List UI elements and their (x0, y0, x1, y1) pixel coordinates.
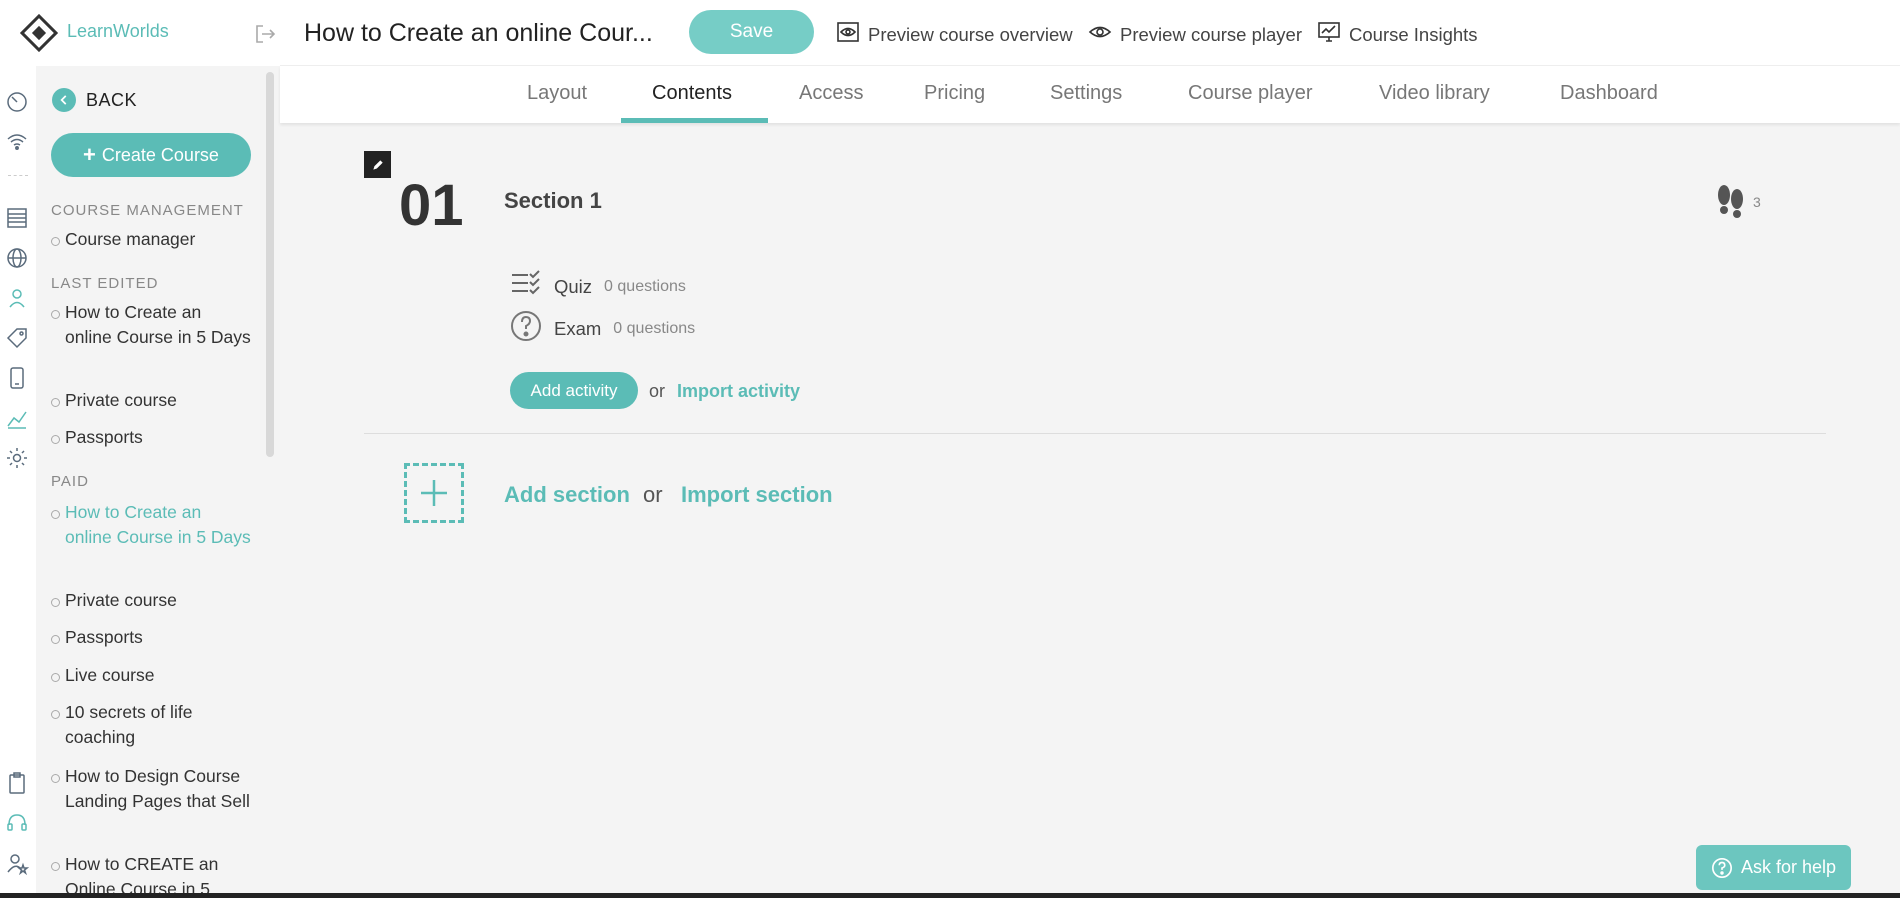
preview-player-link[interactable]: Preview course player (1088, 20, 1302, 49)
tab-layout[interactable]: Layout (527, 82, 587, 105)
or-text: or (643, 482, 663, 507)
plus-icon (421, 480, 447, 506)
ask-for-help-button[interactable]: Ask for help (1696, 845, 1851, 890)
back-button[interactable]: BACK (52, 88, 137, 112)
add-section-link[interactable]: Add section (504, 482, 630, 508)
tab-settings[interactable]: Settings (1050, 82, 1122, 105)
activity-row-exam[interactable]: Exam 0 questions (510, 310, 695, 347)
tab-pricing[interactable]: Pricing (924, 82, 985, 105)
add-section-button[interactable] (404, 463, 464, 523)
wifi-icon[interactable] (4, 128, 30, 154)
courses-icon[interactable] (4, 205, 30, 231)
sidebar-item-paid[interactable]: 10 secrets of life coaching (51, 700, 251, 750)
add-activity-button[interactable]: Add activity (510, 372, 638, 409)
pencil-icon (372, 159, 383, 170)
footsteps-icon (1714, 182, 1748, 222)
question-circle-icon (510, 310, 542, 347)
import-section-link[interactable]: Import section (681, 482, 833, 508)
save-button[interactable]: Save (689, 10, 814, 54)
sidebar-scrollbar[interactable] (266, 72, 274, 457)
users-icon[interactable] (4, 285, 30, 311)
tab-course-player[interactable]: Course player (1188, 82, 1313, 105)
sidebar-item-last-edited[interactable]: Private course (51, 388, 251, 413)
analytics-icon[interactable] (4, 405, 30, 431)
activity-row-quiz[interactable]: Quiz 0 questions (510, 268, 686, 305)
preview-player-label: Preview course player (1120, 23, 1302, 45)
user-star-icon[interactable] (4, 850, 30, 876)
sidebar-item-paid[interactable]: Passports (51, 625, 251, 650)
sidebar-item-last-edited[interactable]: How to Create an online Course in 5 Days (51, 300, 251, 350)
settings-gear-icon[interactable] (4, 445, 30, 471)
learnworlds-logo-icon[interactable] (19, 13, 59, 53)
import-activity-link[interactable]: Import activity (677, 381, 800, 402)
help-label: Ask for help (1740, 857, 1837, 877)
globe-icon[interactable] (4, 245, 30, 271)
activity-label: Exam (554, 317, 602, 339)
plus-icon: + (83, 142, 96, 167)
course-header: How to Create an online Cour... Save Pre… (280, 0, 1900, 66)
headset-icon[interactable] (4, 810, 30, 836)
course-sidebar: BACK + Create Course COURSE MANAGEMENT C… (36, 70, 280, 898)
section-divider (364, 433, 1826, 434)
last-edited-heading: LAST EDITED (51, 275, 159, 292)
rail-divider (8, 175, 28, 176)
mobile-icon[interactable] (4, 365, 30, 391)
brand-header: LearnWorlds (10, 0, 280, 66)
help-circle-icon (1711, 857, 1732, 878)
page-title: How to Create an online Cour... (304, 19, 653, 47)
tab-contents[interactable]: Contents (652, 82, 732, 105)
paid-heading: PAID (51, 473, 89, 490)
preview-overview-label: Preview course overview (868, 23, 1073, 45)
steps-count: 3 (1753, 194, 1761, 210)
active-tab-indicator (621, 118, 768, 123)
eye-icon (1088, 20, 1112, 49)
window-bottom-edge (0, 893, 1900, 898)
activity-label: Quiz (554, 275, 593, 297)
insights-monitor-icon (1317, 20, 1341, 49)
tab-dashboard[interactable]: Dashboard (1560, 82, 1658, 105)
create-course-button[interactable]: + Create Course (51, 133, 251, 177)
sidebar-item-last-edited[interactable]: Passports (51, 425, 251, 450)
sidebar-item-paid-active[interactable]: How to Create an online Course in 5 Days (51, 500, 251, 550)
preview-overview-link[interactable]: Preview course overview (836, 20, 1073, 49)
back-label: BACK (86, 89, 138, 110)
icon-rail (0, 0, 36, 898)
tab-video-library[interactable]: Video library (1379, 82, 1490, 105)
tab-access[interactable]: Access (799, 82, 863, 105)
course-insights-label: Course Insights (1349, 23, 1478, 45)
sidebar-item-paid[interactable]: Private course (51, 588, 251, 613)
sidebar-item-paid[interactable]: Live course (51, 663, 251, 688)
sidebar-item-paid[interactable]: How to Design Course Landing Pages that … (51, 764, 251, 814)
section-title[interactable]: Section 1 (504, 188, 602, 214)
logout-icon[interactable] (253, 22, 277, 46)
timer-icon[interactable] (4, 88, 30, 114)
activity-subtext: 0 questions (604, 277, 686, 295)
activity-subtext: 0 questions (613, 319, 696, 337)
edit-section-button[interactable] (364, 151, 391, 178)
clipboard-icon[interactable] (4, 770, 30, 796)
chevron-left-icon (52, 88, 76, 112)
or-text: or (649, 381, 666, 401)
section-number: 01 (399, 173, 464, 238)
course-tabs: Layout Contents Access Pricing Settings … (280, 66, 1900, 123)
course-insights-link[interactable]: Course Insights (1317, 20, 1478, 49)
sidebar-item-paid[interactable]: How to CREATE an Online Course in 5 (51, 852, 251, 898)
brand-name: LearnWorlds (67, 21, 169, 41)
checklist-icon (510, 268, 542, 305)
eye-icon (836, 20, 860, 49)
create-course-label: Create Course (101, 144, 219, 165)
tag-icon[interactable] (4, 325, 30, 351)
sidebar-item-course-manager[interactable]: Course manager (51, 227, 251, 252)
course-management-heading: COURSE MANAGEMENT (51, 202, 244, 219)
